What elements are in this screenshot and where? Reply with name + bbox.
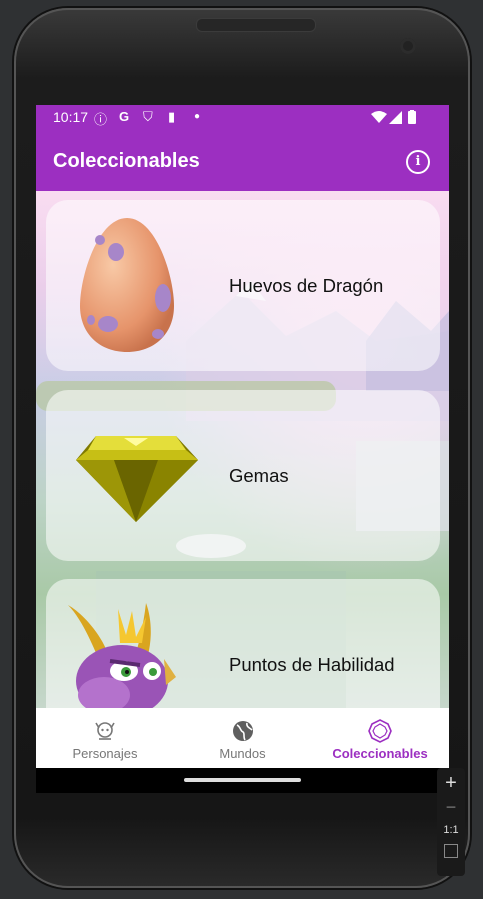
google-status-icon: G [119, 109, 130, 124]
collectibles-list[interactable]: Huevos de Dragón Gemas Puntos de Habilid… [36, 191, 449, 708]
shield-status-icon: ⛉ [143, 109, 153, 124]
zoom-fit-icon[interactable] [444, 844, 458, 858]
nav-label-personajes: Personajes [72, 746, 138, 761]
card-label-gems: Gemas [229, 465, 289, 486]
globe-icon [232, 721, 253, 741]
collectible-card-skill-points[interactable]: Puntos de Habilidad [46, 579, 440, 708]
page-title: Coleccionables [53, 150, 200, 172]
nav-item-personajes[interactable]: Personajes [36, 708, 174, 768]
signal-icon [389, 111, 402, 124]
status-time: 10:17 [53, 109, 89, 125]
dot-status-icon: ● [194, 111, 201, 122]
sdcard-status-icon: ▮ [168, 109, 176, 124]
home-gesture-handle[interactable] [184, 778, 301, 782]
nav-label-mundos: Mundos [219, 746, 266, 761]
info-icon[interactable]: i [406, 150, 430, 174]
collectible-card-eggs[interactable]: Huevos de Dragón [46, 200, 440, 371]
status-bar: 10:17 ⓘ G ⛉ ▮ ● [36, 105, 449, 130]
collectible-card-gems[interactable]: Gemas [46, 390, 440, 561]
card-label-eggs: Huevos de Dragón [229, 275, 384, 296]
gem-image [76, 436, 198, 522]
wifi-icon [371, 111, 387, 123]
info-status-icon: ⓘ [94, 112, 108, 127]
gem-outline-icon [368, 719, 392, 743]
zoom-out-button[interactable]: − [437, 797, 465, 818]
zoom-in-button[interactable]: + [437, 772, 465, 795]
zoom-reset-button[interactable]: 1:1 [437, 824, 465, 836]
app-bar: Coleccionables i [36, 130, 449, 191]
nav-item-coleccionables[interactable]: Coleccionables [311, 708, 449, 768]
card-label-skill-points: Puntos de Habilidad [229, 654, 395, 675]
character-icon [95, 722, 115, 740]
nav-item-mundos[interactable]: Mundos [174, 708, 311, 768]
speaker-grille [196, 18, 316, 32]
gesture-bar-area [36, 768, 449, 793]
dragon-egg-image [80, 218, 174, 352]
bottom-navigation: Personajes Mundos Coleccionables [36, 708, 449, 768]
battery-icon [408, 110, 416, 124]
nav-label-coleccionables: Coleccionables [332, 746, 428, 761]
device-screen: 10:17 ⓘ G ⛉ ▮ ● Coleccionables i Huevos … [36, 105, 449, 793]
spyro-image [68, 603, 176, 708]
emulator-zoom-controls: + − 1:1 [437, 768, 465, 876]
front-camera [400, 38, 416, 54]
